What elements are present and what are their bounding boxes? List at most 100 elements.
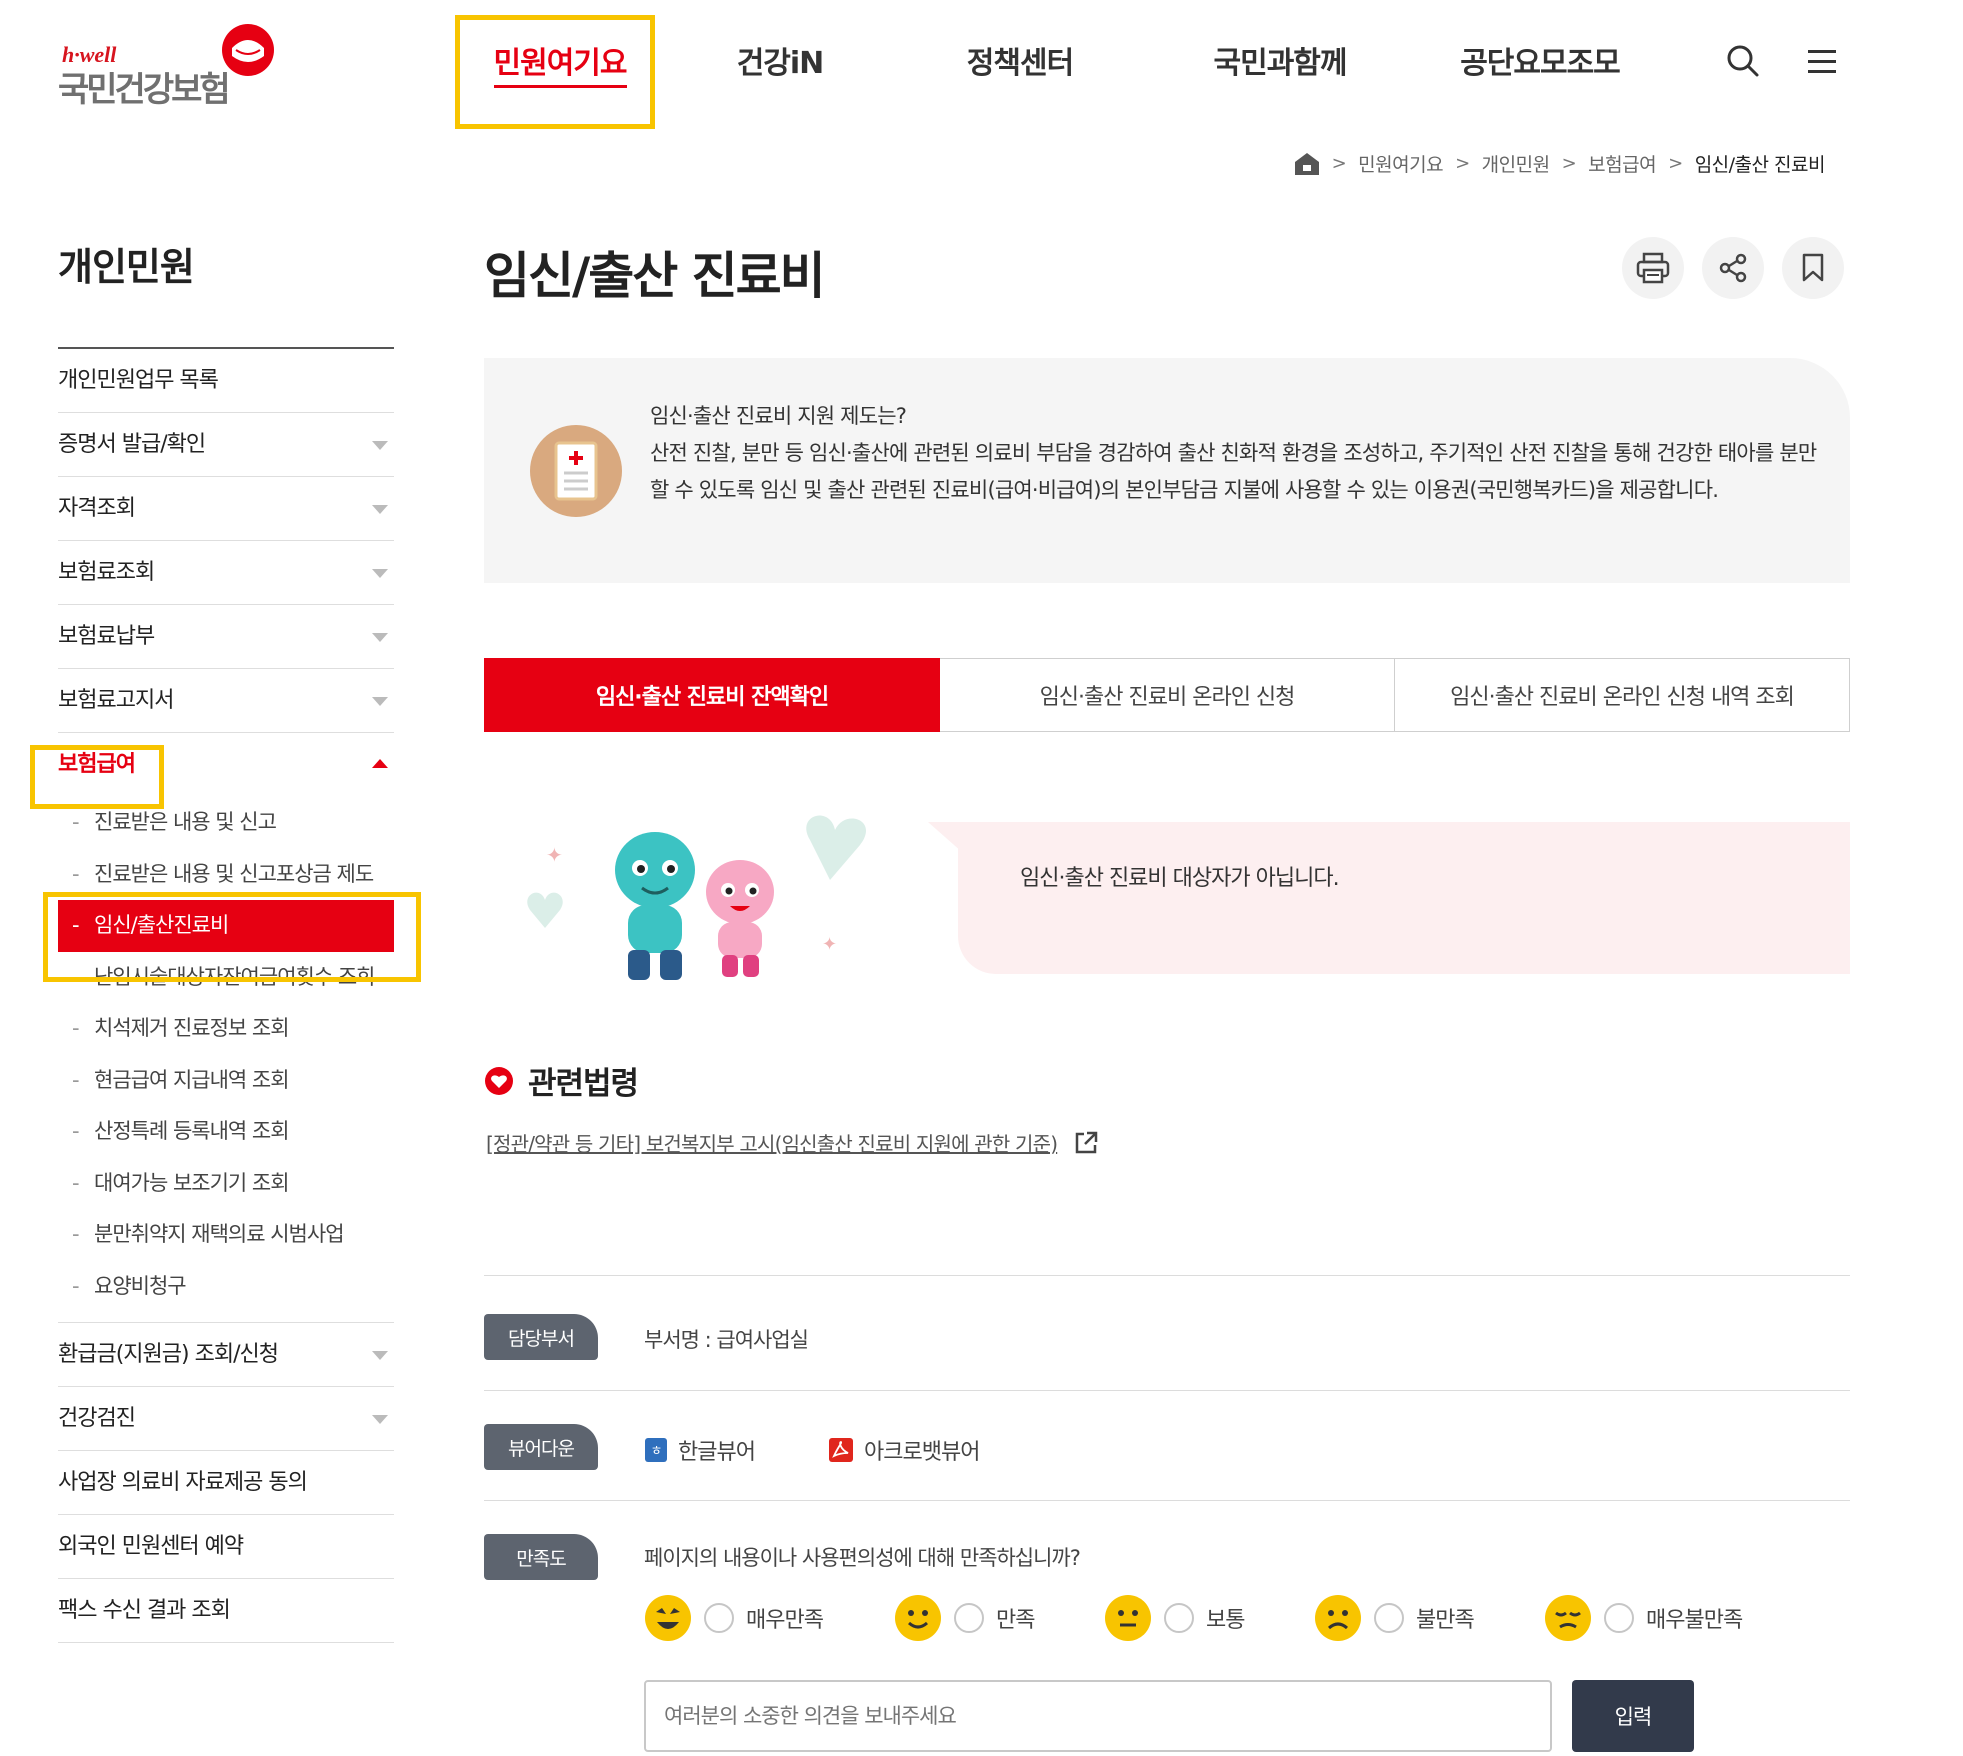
sidebar-menu: 개인민원업무 목록 증명서 발급/확인 자격조회 보험료조회 보험료납부 보험료… xyxy=(58,349,394,1643)
satisfaction-radio[interactable] xyxy=(1604,1603,1634,1633)
nav-policy-center[interactable]: 정책센터 xyxy=(930,0,1110,130)
divider xyxy=(484,1500,1850,1501)
hangul-viewer-link[interactable]: ㅎ 한글뷰어 xyxy=(644,1434,756,1466)
sidebar-item[interactable]: 보험료조회 xyxy=(58,541,394,605)
logo-text: 국민건강보험 xyxy=(58,70,231,110)
sidebar-item[interactable]: 보험료고지서 xyxy=(58,669,394,733)
opinion-input[interactable] xyxy=(644,1680,1552,1752)
sidebar-item[interactable]: 개인민원업무 목록 xyxy=(58,349,394,413)
search-button[interactable] xyxy=(1726,44,1760,78)
nav-about-nhis[interactable]: 공단요모조모 xyxy=(1440,0,1640,130)
sidebar-title: 개인민원 xyxy=(58,245,195,289)
neutral-face-icon xyxy=(1105,1595,1151,1641)
breadcrumb-separator: > xyxy=(1455,153,1470,174)
chevron-down-icon xyxy=(372,441,388,450)
nav-health-in[interactable]: 건강iN xyxy=(690,0,870,130)
nav-highlight-box xyxy=(455,15,655,129)
sidebar-subitem[interactable]: - 산정특례 등록내역 조회 xyxy=(58,1106,394,1158)
chevron-up-icon xyxy=(372,759,388,768)
acrobat-viewer-link[interactable]: 아크로뱃뷰어 xyxy=(828,1434,980,1466)
law-section-title: 관련법령 xyxy=(484,1058,639,1103)
chevron-down-icon xyxy=(372,1415,388,1424)
breadcrumb-item[interactable]: 민원여기요 xyxy=(1358,150,1443,177)
satisfaction-badge: 만족도 xyxy=(484,1534,598,1580)
breadcrumb-item[interactable]: 개인민원 xyxy=(1482,150,1550,177)
dept-text: 부서명 : 급여사업실 xyxy=(644,1328,809,1352)
bookmark-button[interactable] xyxy=(1782,237,1844,299)
satisfaction-option[interactable]: 불만족 xyxy=(1314,1594,1475,1642)
chevron-down-icon xyxy=(372,569,388,578)
message-tail xyxy=(928,822,962,852)
svg-text:✦: ✦ xyxy=(546,843,563,867)
sidebar-subitem[interactable]: - 현금급여 지급내역 조회 xyxy=(58,1055,394,1107)
dept-badge: 담당부서 xyxy=(484,1314,598,1360)
sidebar-subitem[interactable]: - 분만취약지 재택의료 시범사업 xyxy=(58,1209,394,1261)
breadcrumb-current: 임신/출산 진료비 xyxy=(1694,154,1826,176)
menu-button[interactable] xyxy=(1806,48,1838,76)
law-link[interactable]: [정관/약관 등 기타] 보건복지부 고시(임신출산 진료비 지원에 관한 기준… xyxy=(486,1128,1099,1157)
breadcrumb-separator: > xyxy=(1561,153,1577,174)
submit-button[interactable]: 입력 xyxy=(1572,1680,1694,1752)
satisfaction-radio[interactable] xyxy=(1164,1603,1194,1633)
sidebar-item[interactable]: 자격조회 xyxy=(58,477,394,541)
sidebar-subitem[interactable]: - 대여가능 보조기기 조회 xyxy=(58,1158,394,1210)
breadcrumb-separator: > xyxy=(1668,153,1683,174)
info-text: 임신·출산 진료비 지원 제도는? 산전 진찰, 분만 등 임신·출산에 관련된… xyxy=(650,398,1820,509)
satisfaction-option[interactable]: 매우만족 xyxy=(644,1594,824,1642)
divider xyxy=(484,1275,1850,1276)
share-button[interactable] xyxy=(1702,237,1764,299)
external-link-icon xyxy=(1075,1131,1098,1153)
breadcrumb-separator: > xyxy=(1331,153,1347,174)
satisfaction-radio[interactable] xyxy=(954,1603,984,1633)
menu-icon xyxy=(1808,50,1836,73)
sidebar-item[interactable]: 사업장 의료비 자료제공 동의 xyxy=(58,1451,394,1515)
bookmark-icon xyxy=(1802,253,1824,282)
satisfaction-question: 페이지의 내용이나 사용편의성에 대해 만족하십니까? xyxy=(644,1546,1081,1570)
nav-with-people[interactable]: 국민과함께 xyxy=(1190,0,1370,130)
sidebar-subitem[interactable]: - 치석제거 진료정보 조회 xyxy=(58,1003,394,1055)
site-logo[interactable]: h·well 국민건강보험 xyxy=(58,22,288,112)
share-icon xyxy=(1719,253,1747,283)
divider xyxy=(484,1390,1850,1391)
info-body: 산전 진찰, 분만 등 임신·출산에 관련된 의료비 부담을 경감하여 출산 친… xyxy=(650,441,1817,502)
print-button[interactable] xyxy=(1622,237,1684,299)
satisfaction-radio[interactable] xyxy=(704,1603,734,1633)
breadcrumb-item[interactable]: 보험급여 xyxy=(1588,150,1656,177)
mascot-illustration: ✦ ✦ xyxy=(527,815,867,980)
tab-balance-check[interactable]: 임신·출산 진료비 잔액확인 xyxy=(484,658,940,732)
sidebar-open-highlight-box xyxy=(30,745,164,809)
heart-bullet-icon xyxy=(485,1066,513,1095)
sidebar-item[interactable]: 건강검진 xyxy=(58,1387,394,1451)
sidebar-item[interactable]: 외국인 민원센터 예약 xyxy=(58,1515,394,1579)
svg-text:✦: ✦ xyxy=(822,934,837,955)
sidebar-item[interactable]: 팩스 수신 결과 조회 xyxy=(58,1579,394,1643)
svg-text:ㅎ: ㅎ xyxy=(651,1444,662,1459)
sidebar-submenu: - 진료받은 내용 및 신고 - 진료받은 내용 및 신고포상금 제도 - 임신/출산… xyxy=(58,797,394,1323)
chevron-down-icon xyxy=(372,1351,388,1360)
home-icon[interactable] xyxy=(1294,152,1320,176)
satisfaction-option[interactable]: 만족 xyxy=(894,1594,1035,1642)
dissatisfied-face-icon xyxy=(1315,1595,1361,1641)
document-icon xyxy=(530,425,622,517)
satisfaction-option[interactable]: 보통 xyxy=(1104,1594,1245,1642)
very-satisfied-face-icon xyxy=(645,1595,691,1641)
tab-apply-history[interactable]: 임신·출산 진료비 온라인 신청 내역 조회 xyxy=(1395,658,1850,732)
hangul-viewer-icon: ㅎ xyxy=(645,1438,667,1462)
sidebar-subitem[interactable]: - 요양비청구 xyxy=(58,1261,394,1313)
sidebar-item[interactable]: 증명서 발급/확인 xyxy=(58,413,394,477)
chevron-down-icon xyxy=(372,505,388,514)
satisfied-face-icon xyxy=(895,1595,941,1641)
satisfaction-option[interactable]: 매우불만족 xyxy=(1544,1594,1743,1642)
sidebar-sub-highlight-box xyxy=(43,892,421,982)
logo-mark-icon xyxy=(222,24,274,76)
print-icon xyxy=(1636,252,1670,284)
sidebar-item[interactable]: 환급금(지원금) 조회/신청 xyxy=(58,1323,394,1387)
chevron-down-icon xyxy=(372,633,388,642)
viewer-badge: 뷰어다운 xyxy=(484,1424,598,1470)
satisfaction-radio[interactable] xyxy=(1374,1603,1404,1633)
chevron-down-icon xyxy=(372,697,388,706)
tab-online-apply[interactable]: 임신·출산 진료비 온라인 신청 xyxy=(940,658,1395,732)
sidebar-item[interactable]: 보험료납부 xyxy=(58,605,394,669)
result-message-box xyxy=(958,822,1850,974)
very-dissatisfied-face-icon xyxy=(1545,1595,1591,1641)
